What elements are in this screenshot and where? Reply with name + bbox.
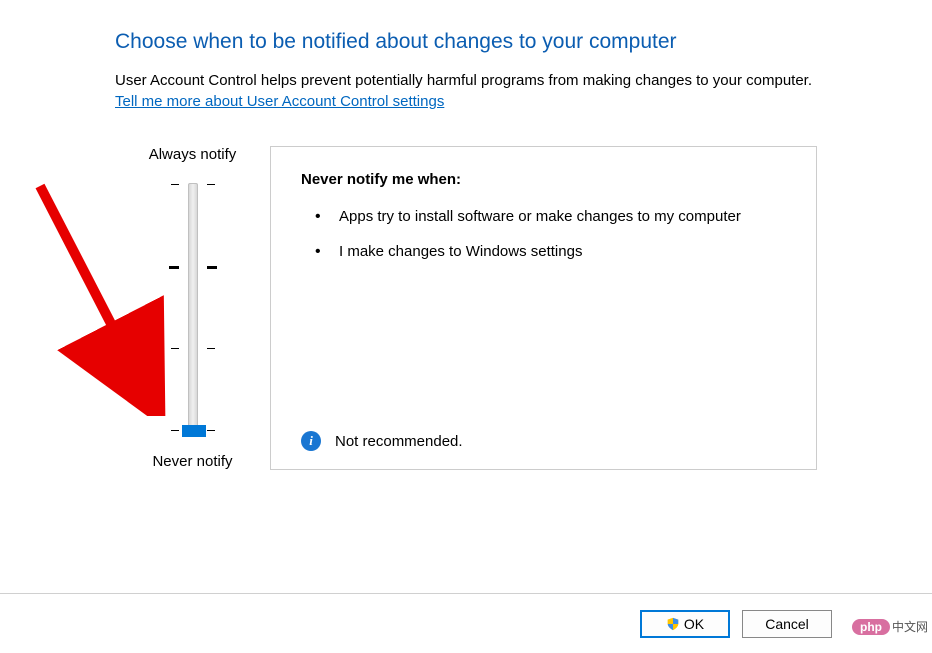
ok-button[interactable]: OK bbox=[640, 610, 730, 638]
slider-tick bbox=[171, 184, 179, 185]
info-list-item: Apps try to install software or make cha… bbox=[315, 206, 786, 227]
cancel-button[interactable]: Cancel bbox=[742, 610, 832, 638]
slider-tick bbox=[207, 348, 215, 349]
ok-button-label: OK bbox=[684, 616, 704, 632]
slider-thumb[interactable] bbox=[182, 425, 206, 437]
button-bar: OK Cancel bbox=[0, 593, 932, 653]
slider-tick bbox=[207, 266, 217, 269]
slider-tick bbox=[171, 430, 179, 431]
info-list-item: I make changes to Windows settings bbox=[315, 241, 786, 262]
description-text: User Account Control helps prevent poten… bbox=[115, 72, 817, 89]
php-badge: php bbox=[852, 619, 890, 635]
shield-icon bbox=[666, 617, 680, 631]
recommendation-text: Not recommended. bbox=[335, 433, 463, 450]
info-heading: Never notify me when: bbox=[301, 171, 786, 188]
watermark-text: 中文网 bbox=[892, 618, 928, 635]
page-title: Choose when to be notified about changes… bbox=[115, 30, 817, 54]
info-panel: Never notify me when: Apps try to instal… bbox=[270, 146, 817, 470]
notification-slider[interactable]: Always notify Never notify bbox=[115, 146, 270, 470]
slider-track[interactable] bbox=[188, 183, 198, 433]
cancel-button-label: Cancel bbox=[765, 616, 809, 632]
learn-more-link[interactable]: Tell me more about User Account Control … bbox=[115, 93, 444, 110]
slider-label-bottom: Never notify bbox=[152, 453, 232, 470]
slider-tick bbox=[207, 184, 215, 185]
info-icon: i bbox=[301, 431, 321, 451]
slider-tick bbox=[171, 348, 179, 349]
slider-label-top: Always notify bbox=[149, 146, 237, 163]
slider-tick bbox=[207, 430, 215, 431]
watermark: php 中文网 bbox=[852, 618, 928, 635]
slider-tick bbox=[169, 266, 179, 269]
